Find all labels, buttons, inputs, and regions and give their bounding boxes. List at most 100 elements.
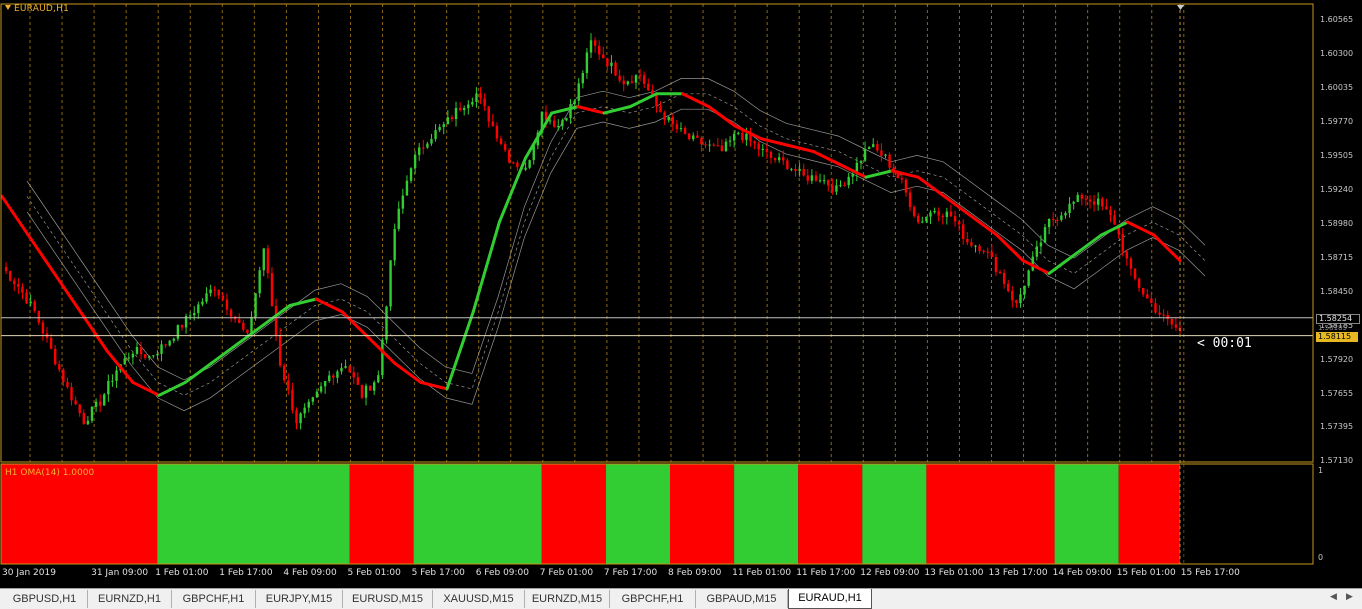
candle-body [123, 358, 126, 365]
candle-body [401, 195, 405, 209]
chart-tab[interactable]: EURUSD,M15 [343, 590, 433, 608]
candle-body [1039, 242, 1043, 247]
candle-body [37, 310, 41, 323]
candle-body [1047, 218, 1051, 228]
oma-segment [497, 156, 528, 224]
candle-body [561, 120, 564, 127]
candle-body [998, 271, 1002, 274]
candle-body [908, 192, 912, 208]
candle-body [360, 384, 364, 398]
chart-tab[interactable]: XAUUSD,M15 [433, 590, 525, 608]
symbol-label-text: EURAUD,H1 [14, 4, 69, 14]
candle-body [839, 185, 842, 187]
candle-body [692, 135, 695, 140]
candle-body [205, 293, 208, 302]
indicator-bar [798, 464, 863, 564]
candle-body [503, 144, 507, 151]
candle-body [397, 208, 400, 229]
candle-body [1084, 198, 1088, 200]
candle-body [373, 382, 376, 391]
dropdown-triangle-icon[interactable] [5, 5, 11, 10]
time-label: 5 Feb 01:00 [347, 568, 401, 578]
time-label: 8 Feb 09:00 [668, 568, 722, 578]
candle-body [552, 120, 556, 127]
candle-body [912, 207, 916, 216]
candle-body [33, 301, 36, 311]
candle-body [835, 185, 838, 192]
price-tick: 1.59770 [1320, 117, 1354, 127]
candle-body [745, 133, 748, 140]
oma-segment [314, 297, 344, 314]
chart-tab-bar: GBPUSD,H1 EURNZD,H1 GBPCHF,H1 EURJPY,M15 EUR… [0, 588, 1362, 609]
price-chart[interactable] [0, 0, 1362, 589]
candle-body [606, 58, 609, 67]
candle-body [941, 215, 944, 217]
oma-segment [419, 380, 449, 391]
candle-body [491, 121, 495, 126]
candle-body [426, 143, 429, 148]
candle-body [385, 306, 388, 340]
chart-tab[interactable]: GBPCHF,H1 [610, 590, 696, 608]
candle-body [450, 117, 454, 120]
candle-body [1105, 206, 1108, 210]
oma-segment [1152, 233, 1182, 263]
candle-body [418, 147, 421, 155]
candle-body [4, 267, 8, 272]
candle-body [741, 132, 744, 140]
chart-tab[interactable]: EURNZD,M15 [525, 590, 610, 608]
candle-body [970, 242, 973, 246]
indicator-bar [349, 464, 414, 564]
candle-body [463, 108, 466, 111]
candle-body [945, 211, 949, 217]
candle-body [1101, 198, 1104, 207]
candle-body [597, 45, 601, 55]
time-label: 4 Feb 09:00 [283, 568, 337, 578]
candle-body [876, 144, 879, 151]
candle-body [593, 40, 597, 46]
price-tick: 1.58715 [1320, 252, 1354, 262]
candle-body [348, 366, 351, 373]
candle-body [634, 75, 638, 83]
candle-body [262, 248, 265, 271]
bar-countdown: < 00:01 [1197, 336, 1252, 351]
candle-body [1015, 300, 1018, 304]
candle-body [569, 104, 572, 119]
chart-tab[interactable]: EURJPY,M15 [256, 590, 343, 608]
candle-body [176, 325, 180, 339]
time-label: 5 Feb 17:00 [411, 568, 465, 578]
candle-body [62, 369, 65, 382]
candle-body [115, 370, 118, 381]
price-tick: 1.57920 [1320, 354, 1354, 364]
candle-body [315, 391, 319, 398]
candle-body [687, 133, 691, 140]
candle-body [201, 301, 204, 305]
candle-body [994, 256, 998, 272]
oma-segment [1047, 252, 1077, 275]
candle-body [949, 211, 953, 217]
oma-segment [52, 271, 83, 314]
candle-body [291, 389, 294, 411]
candle-body [953, 216, 957, 222]
chart-tab[interactable]: EURNZD,H1 [88, 590, 172, 608]
candle-body [810, 175, 814, 181]
chart-tab[interactable]: GBPCHF,H1 [172, 590, 256, 608]
main-frame [0, 3, 1314, 463]
candle-body [917, 215, 920, 223]
shift-marker-icon [1177, 5, 1184, 10]
candle-body [814, 175, 818, 181]
candle-body [925, 216, 928, 222]
triangle-left-icon[interactable]: ◀ [1330, 592, 1337, 602]
chart-tab[interactable]: GBPAUD,M15 [696, 590, 788, 608]
chart-area[interactable]: EURAUD,H1 H1 OMA(14) 1.0000 1.60565 1.603… [0, 0, 1362, 589]
candle-body [1096, 198, 1100, 205]
chart-tab[interactable]: GBPUSD,H1 [2, 590, 88, 608]
candle-body [78, 404, 81, 414]
chart-tab[interactable]: EURAUD,H1 [788, 589, 872, 609]
candle-body [487, 106, 490, 122]
candle-body [802, 168, 805, 176]
triangle-right-icon[interactable]: ▶ [1346, 592, 1353, 602]
oma-segment [969, 214, 999, 237]
oma-segment [471, 220, 501, 314]
candle-body [847, 176, 850, 186]
candle-body [683, 128, 687, 134]
